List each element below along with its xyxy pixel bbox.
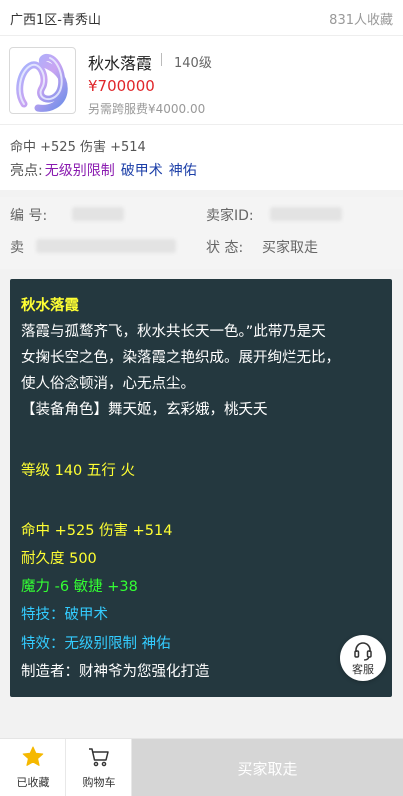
redacted-seller-id [270,207,342,221]
server-name: 广西1区-青秀山 [10,13,101,28]
cart-button[interactable]: 购物车 [66,739,132,796]
cross-server-fee: 另需跨服费¥4000.00 [88,102,206,116]
desc-text-line: 女掬长空之色，染落霞之艳织成。展开绚烂无比， [21,350,340,366]
item-name: 秋水落霞 [88,54,153,73]
trade-info-card: 编 号: 卖家ID: 卖 状 态: 买家取走 [0,197,403,269]
item-image[interactable] [9,47,76,114]
redacted-seller [36,239,176,253]
desc-title: 秋水落霞 [21,298,79,314]
item-row[interactable]: 秋水落霞 140级 ¥700000 另需跨服费¥4000.00 [0,37,403,125]
desc-effect: 特效：无级别限制 神佑 [21,636,171,652]
number-label: 编 号: [10,208,48,224]
item-summary-card: 广西1区-青秀山 831人收藏 秋水落霞 140级 ¥700000 另需跨服费¥… [0,0,403,190]
status-label: 状 态: [206,240,244,256]
desc-skill: 特技：破甲术 [21,607,108,623]
desc-attr-line: 命中 +525 伤害 +514 [21,523,173,539]
buyer-taken-label: 买家取走 [237,760,298,778]
item-price: ¥700000 [88,77,155,95]
cart-icon [89,748,109,767]
divider [161,53,162,66]
highlights-label: 亮点: [10,163,43,179]
desc-maker: 制造者：财神爷为您强化打造 [21,664,210,680]
desc-text-line: 落霞与孤鹜齐飞，秋水共长天一色。”此带乃是天 [21,324,326,340]
desc-magic-line: 魔力 -6 敏捷 +38 [21,579,138,595]
highlight-tag: 神佑 [168,163,197,179]
highlight-tag: 破甲术 [120,163,163,179]
headset-icon [354,642,372,661]
customer-service-button[interactable]: 客服 [340,635,386,681]
item-description-panel: 秋水落霞 落霞与孤鹜齐飞，秋水共长天一色。”此带乃是天 女掬长空之色，染落霞之艳… [10,279,392,697]
star-icon [22,746,44,766]
item-level: 140级 [174,56,212,71]
favorite-label: 已收藏 [16,776,50,789]
bottom-action-bar: 已收藏 购物车 买家取走 [0,738,403,796]
highlight-tag: 无级别限制 [44,163,115,179]
desc-level-line: 等级 140 五行 火 [21,463,136,479]
ribbon-icon [16,54,68,112]
favorite-count: 831人收藏 [329,13,393,28]
cart-label: 购物车 [82,776,116,789]
customer-service-label: 客服 [352,663,374,676]
seller-id-label: 卖家ID: [206,208,254,224]
buyer-taken-button[interactable]: 买家取走 [132,739,403,796]
seller-label: 卖 [10,240,24,256]
desc-text-line: 【装备角色】舞天姬，玄彩娥，桃夭夭 [21,402,268,418]
server-row: 广西1区-青秀山 831人收藏 [0,0,403,36]
favorite-button[interactable]: 已收藏 [0,739,66,796]
desc-text-line: 使人俗念顿消，心无点尘。 [21,376,195,392]
desc-durability: 耐久度 500 [21,551,97,567]
highlights-row: 亮点: 无级别限制 破甲术 神佑 [10,160,197,180]
redacted-number [72,207,124,221]
status-value: 买家取走 [262,240,318,256]
item-attributes: 命中 +525 伤害 +514 [10,140,146,155]
